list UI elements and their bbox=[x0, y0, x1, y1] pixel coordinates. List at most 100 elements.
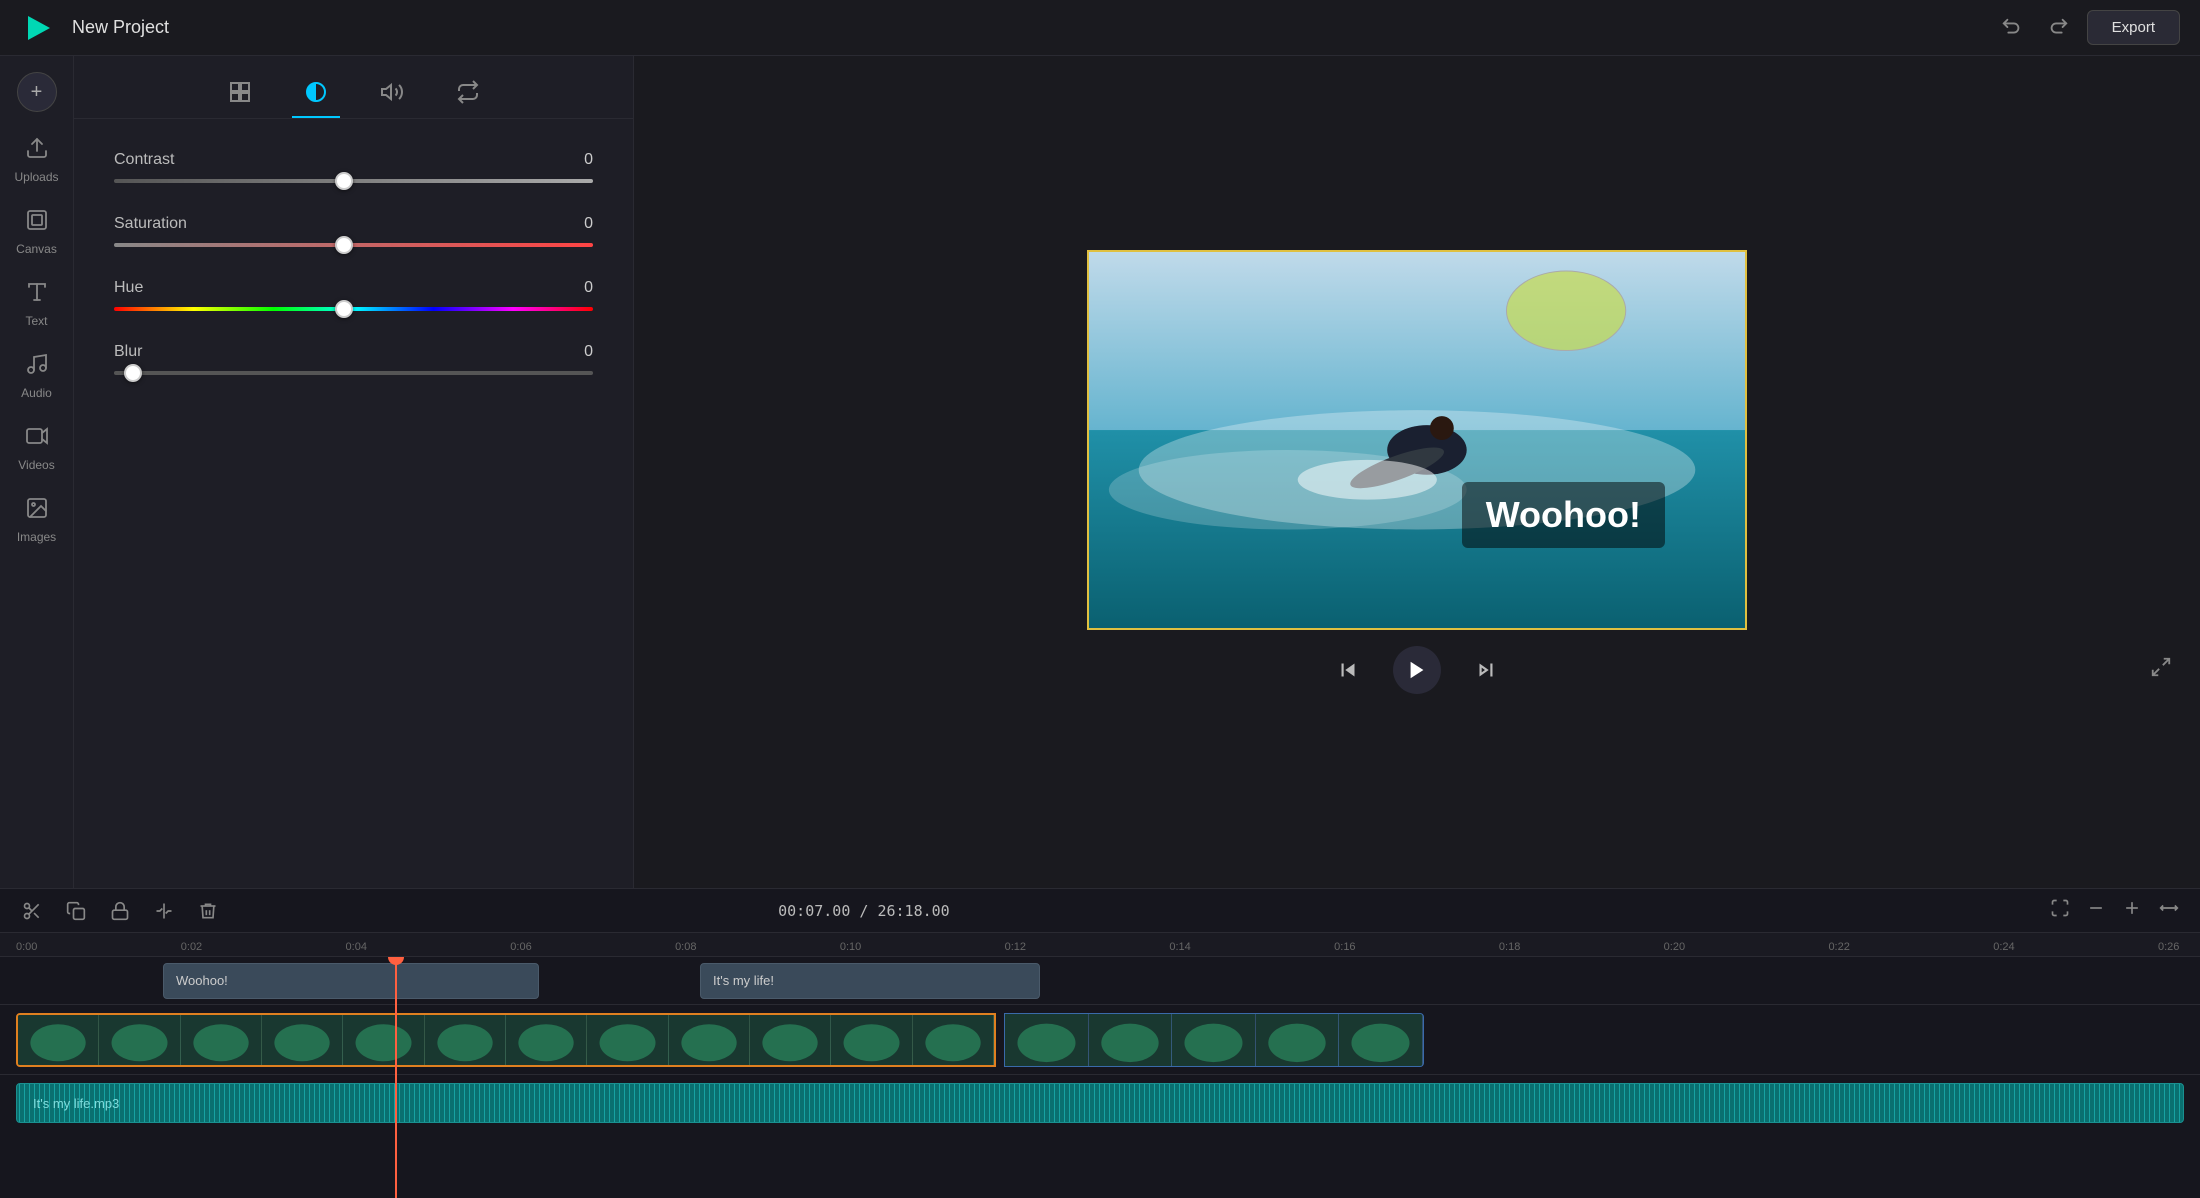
time-display: 00:07.00 / 26:18.00 bbox=[778, 902, 950, 920]
tool-split[interactable] bbox=[148, 895, 180, 927]
undo-button[interactable] bbox=[1995, 11, 2029, 45]
app-logo bbox=[20, 10, 56, 46]
blur-slider-row: Blur 0 bbox=[114, 343, 593, 375]
hue-track[interactable] bbox=[114, 307, 593, 311]
audio-clip[interactable]: It's my life.mp3 bbox=[16, 1083, 2184, 1123]
ruler-mark-12: 0:24 bbox=[1993, 941, 2014, 953]
text-icon bbox=[25, 280, 49, 310]
images-label: Images bbox=[17, 530, 56, 544]
ruler-mark-5: 0:10 bbox=[840, 941, 861, 953]
tool-cut[interactable] bbox=[16, 895, 48, 927]
fit-timeline-button[interactable] bbox=[2154, 894, 2184, 927]
video-background bbox=[1089, 252, 1745, 628]
main-area: + Uploads Canvas Text Audio bbox=[0, 56, 2200, 888]
audio-label: Audio bbox=[21, 386, 52, 400]
blur-thumb[interactable] bbox=[124, 364, 142, 382]
tool-delete[interactable] bbox=[192, 895, 224, 927]
canvas-icon bbox=[25, 208, 49, 238]
blur-label: Blur bbox=[114, 343, 142, 361]
contrast-thumb[interactable] bbox=[335, 172, 353, 190]
uploads-icon bbox=[25, 136, 49, 166]
ruler-mark-6: 0:12 bbox=[1005, 941, 1026, 953]
audio-clip-label: It's my life.mp3 bbox=[33, 1096, 119, 1111]
add-button[interactable]: + bbox=[17, 72, 57, 112]
ruler-mark-2: 0:04 bbox=[346, 941, 367, 953]
top-bar: New Project Export bbox=[0, 0, 2200, 56]
fullscreen-button[interactable] bbox=[2142, 648, 2180, 692]
ruler-mark-4: 0:08 bbox=[675, 941, 696, 953]
saturation-thumb[interactable] bbox=[335, 236, 353, 254]
sidebar-item-canvas[interactable]: Canvas bbox=[7, 200, 67, 264]
video-clips bbox=[16, 1013, 2200, 1067]
playback-controls bbox=[654, 646, 2180, 694]
top-bar-controls: Export bbox=[1995, 10, 2180, 45]
hue-value: 0 bbox=[584, 279, 593, 297]
panel-content: Contrast 0 Saturation 0 bbox=[74, 119, 633, 407]
video-canvas: Woohoo! bbox=[1087, 250, 1747, 630]
tab-animation[interactable] bbox=[444, 72, 492, 118]
play-button[interactable] bbox=[1393, 646, 1441, 694]
contrast-slider-row: Contrast 0 bbox=[114, 151, 593, 183]
preview-area: Woohoo! bbox=[634, 56, 2200, 888]
color-panel: Contrast 0 Saturation 0 bbox=[74, 56, 634, 888]
timeline-toolbar: 00:07.00 / 26:18.00 bbox=[0, 889, 2200, 933]
tool-lock[interactable] bbox=[104, 895, 136, 927]
videos-label: Videos bbox=[18, 458, 54, 472]
skip-back-button[interactable] bbox=[1327, 649, 1369, 691]
project-title: New Project bbox=[72, 17, 169, 38]
saturation-value: 0 bbox=[584, 215, 593, 233]
video-content-svg bbox=[1089, 252, 1745, 628]
timeline-ruler: 0:00 0:02 0:04 0:06 0:08 0:10 0:12 0:14 … bbox=[0, 933, 2200, 957]
sidebar-item-uploads[interactable]: Uploads bbox=[7, 128, 67, 192]
zoom-fit-button[interactable] bbox=[2046, 894, 2074, 927]
sidebar-item-text[interactable]: Text bbox=[7, 272, 67, 336]
export-button[interactable]: Export bbox=[2087, 10, 2180, 45]
ruler-mark-10: 0:20 bbox=[1664, 941, 1685, 953]
tab-audio[interactable] bbox=[368, 72, 416, 118]
canvas-label: Canvas bbox=[16, 242, 57, 256]
ruler-mark-1: 0:02 bbox=[181, 941, 202, 953]
ruler-mark-8: 0:16 bbox=[1334, 941, 1355, 953]
ruler-mark-0: 0:00 bbox=[16, 941, 37, 953]
hue-slider-row: Hue 0 bbox=[114, 279, 593, 311]
audio-track: It's my life.mp3 bbox=[0, 1075, 2200, 1131]
ruler-mark-9: 0:18 bbox=[1499, 941, 1520, 953]
contrast-track[interactable] bbox=[114, 179, 593, 183]
contrast-value: 0 bbox=[584, 151, 593, 169]
ruler-mark-3: 0:06 bbox=[510, 941, 531, 953]
subtitle-clip-mylife[interactable]: It's my life! bbox=[700, 963, 1040, 999]
sidebar-item-images[interactable]: Images bbox=[7, 488, 67, 552]
skip-forward-button[interactable] bbox=[1465, 649, 1507, 691]
zoom-controls bbox=[2046, 894, 2184, 927]
tab-layout[interactable] bbox=[216, 72, 264, 118]
images-icon bbox=[25, 496, 49, 526]
audio-icon bbox=[25, 352, 49, 382]
video-clip-2[interactable] bbox=[1004, 1013, 1424, 1067]
saturation-track[interactable] bbox=[114, 243, 593, 247]
subtitle-clip-woohoo[interactable]: Woohoo! bbox=[163, 963, 539, 999]
subtitle-track: Woohoo! It's my life! bbox=[0, 957, 2200, 1005]
redo-button[interactable] bbox=[2041, 11, 2075, 45]
tab-color[interactable] bbox=[292, 72, 340, 118]
video-clip-1[interactable] bbox=[16, 1013, 996, 1067]
left-sidebar: + Uploads Canvas Text Audio bbox=[0, 56, 74, 888]
blur-track[interactable] bbox=[114, 371, 593, 375]
saturation-label: Saturation bbox=[114, 215, 187, 233]
subtitle-clip-mylife-label: It's my life! bbox=[713, 973, 774, 988]
panel-tabs bbox=[74, 56, 633, 119]
subtitle-clip-woohoo-label: Woohoo! bbox=[176, 973, 228, 988]
zoom-out-button[interactable] bbox=[2082, 894, 2110, 927]
ruler-mark-11: 0:22 bbox=[1828, 941, 1849, 953]
sidebar-item-videos[interactable]: Videos bbox=[7, 416, 67, 480]
video-track bbox=[0, 1005, 2200, 1075]
timeline-tracks: Woohoo! It's my life! bbox=[0, 957, 2200, 1198]
audio-waveform bbox=[17, 1084, 2183, 1122]
contrast-label: Contrast bbox=[114, 151, 174, 169]
video-overlay-text: Woohoo! bbox=[1462, 482, 1665, 548]
sidebar-item-audio[interactable]: Audio bbox=[7, 344, 67, 408]
videos-icon bbox=[25, 424, 49, 454]
hue-label: Hue bbox=[114, 279, 143, 297]
hue-thumb[interactable] bbox=[335, 300, 353, 318]
zoom-in-button[interactable] bbox=[2118, 894, 2146, 927]
tool-copy[interactable] bbox=[60, 895, 92, 927]
